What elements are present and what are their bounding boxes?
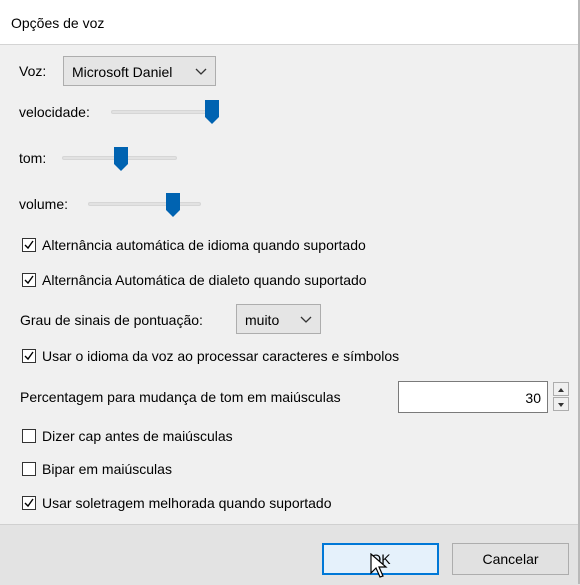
cancel-button[interactable]: Cancelar (452, 543, 569, 575)
enhanced-spelling-checkbox[interactable] (22, 496, 36, 510)
voice-select-value: Microsoft Daniel (72, 64, 173, 80)
checkmark-icon (24, 240, 34, 250)
spin-up-button[interactable] (553, 382, 569, 396)
pitch-change-input[interactable]: 30 (398, 381, 548, 413)
auto-dialect-switch-label: Alternância Automática de dialeto quando… (42, 272, 367, 288)
spin-down-button[interactable] (553, 397, 569, 411)
auto-dialect-switch-checkbox[interactable] (22, 273, 36, 287)
chevron-down-icon (195, 63, 207, 82)
chevron-down-icon (300, 311, 312, 330)
mouse-cursor-icon (370, 553, 388, 578)
volume-label: volume: (19, 196, 69, 212)
rate-label: velocidade: (19, 104, 90, 120)
auto-language-switch-label: Alternância automática de idioma quando … (42, 237, 366, 253)
checkmark-icon (24, 351, 34, 361)
auto-language-switch-checkbox[interactable] (22, 238, 36, 252)
window-title: Opções de voz (11, 15, 105, 31)
title-bar: Opções de voz (0, 0, 580, 45)
chevron-up-icon (558, 388, 564, 392)
enhanced-spelling-label: Usar soletragem melhorada quando suporta… (42, 495, 332, 511)
pitch-change-value: 30 (525, 390, 541, 406)
volume-slider-track[interactable] (88, 202, 201, 206)
checkmark-icon (24, 275, 34, 285)
punctuation-level-select[interactable]: muito (236, 304, 321, 334)
button-bar: OK Cancelar (0, 524, 580, 585)
say-cap-checkbox[interactable] (22, 429, 36, 443)
rate-slider-track[interactable] (111, 110, 217, 114)
use-voice-language-label: Usar o idioma da voz ao processar caract… (42, 348, 400, 364)
say-cap-label: Dizer cap antes de maiúsculas (42, 428, 233, 444)
voice-select[interactable]: Microsoft Daniel (63, 56, 216, 86)
beep-caps-checkbox[interactable] (22, 462, 36, 476)
punctuation-level-value: muito (245, 312, 280, 328)
use-voice-language-checkbox[interactable] (22, 349, 36, 363)
chevron-down-icon (558, 403, 564, 407)
pitch-change-label: Percentagem para mudança de tom em maiús… (20, 389, 341, 405)
punctuation-level-label: Grau de sinais de pontuação: (20, 312, 203, 328)
beep-caps-label: Bipar em maiúsculas (42, 461, 172, 477)
rate-slider-thumb[interactable] (205, 100, 219, 124)
voice-label: Voz: (19, 63, 47, 79)
checkmark-icon (24, 498, 34, 508)
volume-slider-thumb[interactable] (166, 193, 180, 217)
pitch-label: tom: (19, 150, 47, 166)
pitch-slider-thumb[interactable] (114, 147, 128, 171)
